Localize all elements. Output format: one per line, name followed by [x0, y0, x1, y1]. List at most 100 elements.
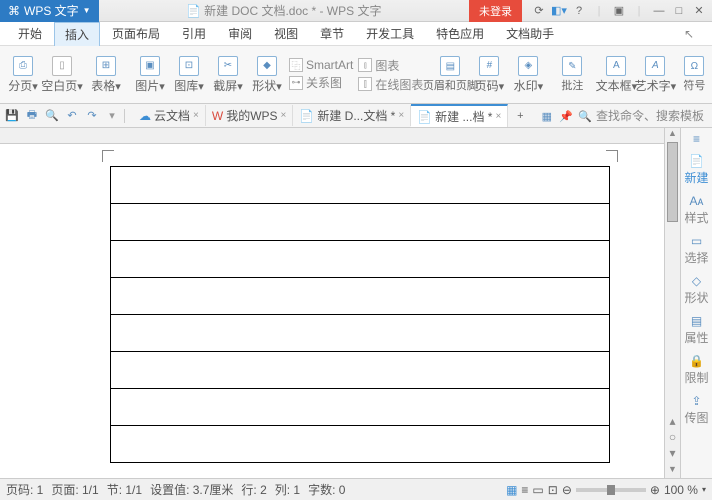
- sidepanel-选择[interactable]: ▭选择: [684, 234, 708, 266]
- doc-tab[interactable]: ☁云文档×: [133, 105, 206, 126]
- picture-button[interactable]: ▣ 图片▾: [131, 56, 169, 94]
- sidepanel-形状[interactable]: ◇形状: [684, 274, 708, 306]
- menu-章节[interactable]: 章节: [310, 22, 354, 45]
- textbox-button[interactable]: A 文本框▾: [597, 56, 635, 94]
- print-icon[interactable]: 🖶: [24, 108, 40, 124]
- menu-引用[interactable]: 引用: [172, 22, 216, 45]
- watermark-button[interactable]: ◈ 水印▾: [509, 56, 547, 94]
- doc-tab[interactable]: 📄新建 ...档 *×: [411, 104, 508, 127]
- table-cell[interactable]: [111, 426, 610, 463]
- zoom-slider[interactable]: [576, 488, 646, 492]
- status-words[interactable]: 字数: 0: [308, 481, 345, 498]
- status-section[interactable]: 节: 1/1: [107, 481, 142, 498]
- add-tab-button[interactable]: +: [512, 108, 528, 124]
- symbol-button[interactable]: Ω 符号: [675, 56, 712, 93]
- table-cell[interactable]: [111, 204, 610, 241]
- scrollbar-vertical[interactable]: ▲ ▴ ○ ▾ ▼: [664, 128, 680, 478]
- table-cell[interactable]: [111, 389, 610, 426]
- redo-icon[interactable]: ↷: [84, 108, 100, 124]
- panel-collapse-icon[interactable]: ≡: [689, 132, 705, 146]
- nav-circle-icon[interactable]: ○: [669, 430, 676, 444]
- wordart-button[interactable]: A 艺术字▾: [636, 56, 674, 94]
- table-cell[interactable]: [111, 241, 610, 278]
- close-icon[interactable]: ×: [281, 110, 287, 121]
- pin-icon[interactable]: 📌: [558, 108, 574, 124]
- menu-审阅[interactable]: 审阅: [218, 22, 262, 45]
- sync-icon[interactable]: ⟳: [530, 3, 548, 19]
- document-canvas[interactable]: [0, 128, 664, 478]
- blank-page-button[interactable]: ▯ 空白页▾: [43, 56, 81, 94]
- page-number-button[interactable]: # 页码▾: [470, 56, 508, 94]
- search-icon[interactable]: 🔍: [577, 108, 593, 124]
- view-outline-icon[interactable]: ≡: [521, 483, 528, 497]
- table-button[interactable]: ⊞ 表格▾: [87, 56, 125, 94]
- minimize-button[interactable]: —: [650, 3, 668, 19]
- gallery-button[interactable]: ⊡ 图库▾: [170, 56, 208, 94]
- scroll-down-icon[interactable]: ▼: [665, 464, 680, 478]
- zoom-value[interactable]: 100 %: [664, 483, 698, 497]
- menu-文档助手[interactable]: 文档助手: [496, 22, 564, 45]
- close-button[interactable]: ✕: [690, 3, 708, 19]
- scroll-up-icon[interactable]: ▲: [665, 128, 680, 142]
- ruler-horizontal[interactable]: [0, 128, 664, 144]
- sidepanel-样式[interactable]: Aᴀ样式: [684, 194, 708, 226]
- screenshot-button[interactable]: ✂ 截屏▾: [209, 56, 247, 94]
- menu-页面布局[interactable]: 页面布局: [102, 22, 170, 45]
- smartart-button[interactable]: ⿻SmartArt: [289, 58, 353, 72]
- preview-icon[interactable]: 🔍: [44, 108, 60, 124]
- relation-button[interactable]: ⊶关系图: [289, 74, 353, 91]
- sidepanel-新建[interactable]: 📄新建: [684, 154, 708, 186]
- status-page[interactable]: 页码: 1: [6, 481, 43, 498]
- menu-视图[interactable]: 视图: [264, 22, 308, 45]
- zoom-out-button[interactable]: ⊖: [562, 483, 572, 497]
- doc-tab[interactable]: 📄新建 D...文档 *×: [293, 105, 411, 126]
- undo-icon[interactable]: ↶: [64, 108, 80, 124]
- more-icon[interactable]: ▾: [104, 108, 120, 124]
- close-icon[interactable]: ×: [398, 110, 404, 121]
- menu-开发工具[interactable]: 开发工具: [356, 22, 424, 45]
- table-cell[interactable]: [111, 167, 610, 204]
- nav-next-icon[interactable]: ▾: [669, 446, 675, 460]
- sidepanel-属性[interactable]: ▤属性: [684, 314, 708, 346]
- save-icon[interactable]: 💾: [4, 108, 20, 124]
- zoom-more-icon[interactable]: ▾: [702, 485, 706, 494]
- zoom-in-button[interactable]: ⊕: [650, 483, 660, 497]
- maximize-button[interactable]: □: [670, 3, 688, 19]
- doc-tab[interactable]: W我的WPS×: [206, 105, 294, 126]
- status-pages[interactable]: 页面: 1/1: [51, 481, 98, 498]
- close-icon[interactable]: ×: [495, 111, 501, 122]
- status-row[interactable]: 行: 2: [241, 481, 266, 498]
- skin-icon[interactable]: ◧▾: [550, 3, 568, 19]
- app-menu[interactable]: ⌘ WPS 文字 ▼: [0, 0, 99, 22]
- online-pic-button[interactable]: ⫿在线图表: [358, 76, 423, 93]
- status-col[interactable]: 列: 1: [275, 481, 300, 498]
- menu-插入[interactable]: 插入: [54, 22, 100, 46]
- sep: |: [590, 3, 608, 19]
- view-web-icon[interactable]: ▭: [532, 483, 543, 497]
- view-icon[interactable]: ▦: [539, 108, 555, 124]
- sidepanel-label: 形状: [684, 289, 708, 306]
- close-icon[interactable]: ×: [193, 110, 199, 121]
- sidepanel-限制[interactable]: 🔒限制: [684, 354, 708, 386]
- table-cell[interactable]: [111, 315, 610, 352]
- fit-icon[interactable]: ⊡: [548, 483, 558, 497]
- search-placeholder[interactable]: 查找命令、搜索模板: [596, 109, 704, 123]
- chart-button[interactable]: ⫾图表: [358, 57, 423, 74]
- help-icon[interactable]: ?: [570, 3, 588, 19]
- document-table[interactable]: [110, 166, 610, 463]
- page-break-button[interactable]: ⎙ 分页▾: [4, 56, 42, 94]
- nav-prev-icon[interactable]: ▴: [669, 414, 675, 428]
- menu-开始[interactable]: 开始: [8, 22, 52, 45]
- table-cell[interactable]: [111, 352, 610, 389]
- status-setval[interactable]: 设置值: 3.7厘米: [150, 481, 233, 498]
- shapes-button[interactable]: ◆ 形状▾: [248, 56, 286, 94]
- login-button[interactable]: 未登录: [469, 0, 522, 22]
- header-footer-button[interactable]: ▤ 页眉和页脚: [431, 56, 469, 93]
- menu-特色应用[interactable]: 特色应用: [426, 22, 494, 45]
- view-mode-icon[interactable]: ▦: [506, 483, 517, 497]
- restore-icon[interactable]: ▣: [610, 3, 628, 19]
- table-cell[interactable]: [111, 278, 610, 315]
- scroll-thumb[interactable]: [667, 142, 678, 222]
- sidepanel-传图[interactable]: ⇪传图: [684, 394, 708, 426]
- comment-button[interactable]: ✎ 批注: [553, 56, 591, 93]
